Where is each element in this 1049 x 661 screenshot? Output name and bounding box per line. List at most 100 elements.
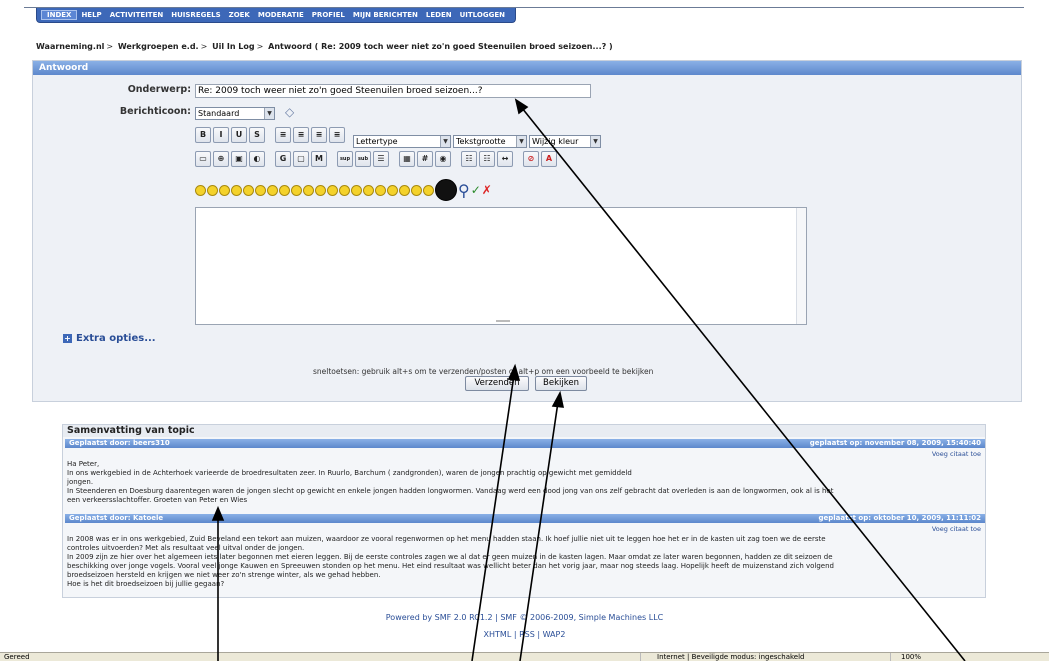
- smiley-icon[interactable]: [303, 184, 314, 196]
- quote-link[interactable]: Voeg citaat toe: [932, 450, 981, 458]
- glow-button[interactable]: G: [275, 151, 291, 167]
- preview-button[interactable]: Bekijken: [535, 376, 587, 391]
- cross-icon[interactable]: ✗: [482, 183, 492, 197]
- remove-format-button[interactable]: ⊘: [523, 151, 539, 167]
- font-family-select[interactable]: Lettertype ▼: [353, 135, 451, 148]
- nav-leden[interactable]: LEDEN: [422, 11, 456, 19]
- smiley-icon[interactable]: [207, 184, 218, 196]
- nav-zoek[interactable]: ZOEK: [225, 11, 254, 19]
- horizontal-rule-button[interactable]: ↔: [497, 151, 513, 167]
- smiley-icon[interactable]: [411, 184, 422, 196]
- nav-help[interactable]: HELP: [77, 11, 105, 19]
- toggle-view-button[interactable]: A: [541, 151, 557, 167]
- smiley-icon[interactable]: [279, 184, 290, 196]
- breadcrumb-link-werkgroepen[interactable]: Werkgroepen e.d.: [118, 42, 199, 51]
- breadcrumb-separator: >: [106, 42, 114, 51]
- smiley-icon[interactable]: [327, 184, 338, 196]
- underline-button[interactable]: U: [231, 127, 247, 143]
- smiley-icon[interactable]: [291, 184, 302, 196]
- post-header: Geplaatst door: Katoele geplaatst op: ok…: [65, 514, 985, 523]
- align-justify-button[interactable]: ≡: [329, 127, 345, 143]
- smiley-icon[interactable]: [387, 184, 398, 196]
- smiley-icon[interactable]: [231, 184, 242, 196]
- image-button[interactable]: ⊕: [213, 151, 229, 167]
- teletype-button[interactable]: ☰: [373, 151, 389, 167]
- message-textarea[interactable]: [195, 207, 807, 325]
- nav-mijn-berichten[interactable]: MIJN BERICHTEN: [349, 11, 422, 19]
- topic-summary-title: Samenvatting van topic: [63, 425, 985, 437]
- email-button[interactable]: ◐: [249, 151, 265, 167]
- resize-handle[interactable]: [496, 320, 510, 322]
- font-color-select[interactable]: Wijzig kleur ▼: [529, 135, 601, 148]
- post-line: Ha Peter,: [67, 460, 100, 468]
- quote-link[interactable]: Voeg citaat toe: [932, 525, 981, 533]
- reply-panel: Antwoord Onderwerp: Re: 2009 toch weer n…: [32, 60, 1022, 402]
- nav-index[interactable]: INDEX: [41, 10, 78, 20]
- breadcrumb-link-uil-in-log[interactable]: Uil In Log: [212, 42, 255, 51]
- top-border: [24, 0, 1024, 8]
- smiley-icon[interactable]: [255, 184, 266, 196]
- align-center-button[interactable]: ≡: [293, 127, 309, 143]
- flash-button[interactable]: ▭: [195, 151, 211, 167]
- list-button[interactable]: ☷: [461, 151, 477, 167]
- plus-icon: +: [63, 334, 72, 343]
- ordered-list-button[interactable]: ☷: [479, 151, 495, 167]
- message-icon-select[interactable]: Standaard ▼: [195, 107, 275, 120]
- subject-label: Onderwerp:: [127, 84, 191, 95]
- topic-summary: Samenvatting van topic Geplaatst door: b…: [62, 424, 986, 598]
- post-line: In Steenderen en Doesburg daarentegen wa…: [67, 487, 834, 495]
- footer-powered-by[interactable]: Powered by SMF 2.0 RC1.2 | SMF © 2006-20…: [0, 613, 1049, 622]
- smiley-icon[interactable]: [423, 184, 434, 196]
- superscript-button[interactable]: sup: [337, 151, 353, 167]
- marquee-button[interactable]: M: [311, 151, 327, 167]
- smiley-icon[interactable]: [243, 184, 254, 196]
- extra-options-toggle[interactable]: + Extra opties...: [63, 333, 156, 344]
- breadcrumb-current: Antwoord ( Re: 2009 toch weer niet zo'n …: [268, 42, 613, 51]
- align-left-button[interactable]: ≡: [275, 127, 291, 143]
- message-icon-preview-icon: ◇: [285, 105, 295, 119]
- hyperlink-button[interactable]: ▣: [231, 151, 247, 167]
- nav-huisregels[interactable]: HUISREGELS: [167, 11, 224, 19]
- post-line: beschikking over jonge vogels. Vooral ve…: [67, 562, 834, 570]
- smiley-icon[interactable]: [195, 184, 206, 196]
- shadow-button[interactable]: ▢: [293, 151, 309, 167]
- quote-button[interactable]: ◉: [435, 151, 451, 167]
- textarea-scrollbar[interactable]: [796, 208, 806, 324]
- post-line: Hoe is het dit broedseizoen bij jullie g…: [67, 580, 225, 588]
- nav-uitloggen[interactable]: UITLOGGEN: [456, 11, 509, 19]
- font-size-select[interactable]: Tekstgrootte ▼: [453, 135, 527, 148]
- breadcrumb-link-home[interactable]: Waarneming.nl: [36, 42, 104, 51]
- smiley-icon[interactable]: [363, 184, 374, 196]
- afro-smiley-icon[interactable]: [435, 179, 457, 201]
- nav-moderatie[interactable]: MODERATIE: [254, 11, 308, 19]
- smiley-icon[interactable]: [219, 184, 230, 196]
- strikethrough-button[interactable]: S: [249, 127, 265, 143]
- smiley-icon[interactable]: [375, 184, 386, 196]
- zoom-level[interactable]: 100%: [890, 653, 921, 661]
- footer-links[interactable]: XHTML | RSS | WAP2: [0, 630, 1049, 639]
- breadcrumb-separator: >: [256, 42, 264, 51]
- post-line: broedseizoen hersteld en krijgen we niet…: [67, 571, 381, 579]
- post-author: Geplaatst door: beers310: [69, 439, 170, 447]
- microscope-icon[interactable]: ⚲: [458, 181, 470, 200]
- smiley-icon[interactable]: [339, 184, 350, 196]
- subscript-button[interactable]: sub: [355, 151, 371, 167]
- smiley-icon[interactable]: [351, 184, 362, 196]
- security-zone: Internet | Beveiligde modus: ingeschakel…: [640, 653, 890, 661]
- table-button[interactable]: ▦: [399, 151, 415, 167]
- checkmark-icon[interactable]: ✓: [471, 183, 481, 197]
- italic-button[interactable]: I: [213, 127, 229, 143]
- message-icon-label: Berichticoon:: [119, 106, 191, 117]
- align-right-button[interactable]: ≡: [311, 127, 327, 143]
- nav-profiel[interactable]: PROFIEL: [308, 11, 349, 19]
- subject-input[interactable]: Re: 2009 toch weer niet zo'n goed Steenu…: [195, 84, 591, 98]
- code-button[interactable]: #: [417, 151, 433, 167]
- submit-button[interactable]: Verzenden: [465, 376, 529, 391]
- bold-button[interactable]: B: [195, 127, 211, 143]
- smiley-icon[interactable]: [267, 184, 278, 196]
- post-line: controles uitvoerden? Met als resultaat …: [67, 544, 305, 552]
- breadcrumb: Waarneming.nl > Werkgroepen e.d. > Uil In …: [36, 42, 613, 51]
- smiley-icon[interactable]: [315, 184, 326, 196]
- nav-activiteiten[interactable]: ACTIVITEITEN: [106, 11, 168, 19]
- smiley-icon[interactable]: [399, 184, 410, 196]
